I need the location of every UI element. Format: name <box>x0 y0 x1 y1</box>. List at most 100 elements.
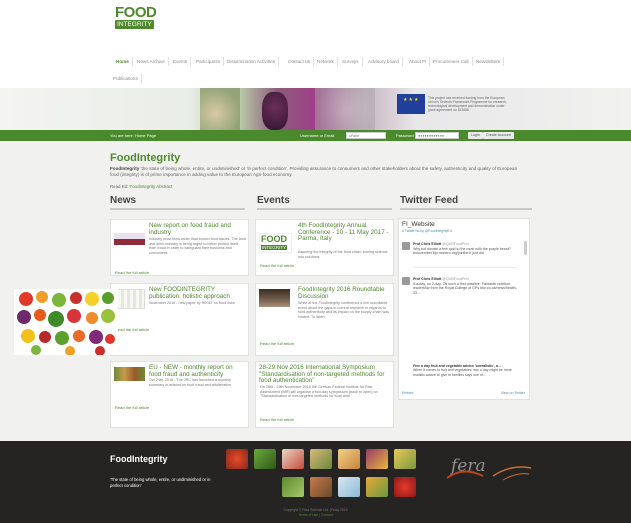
footer-image-tiles <box>222 449 422 499</box>
read-more-link[interactable]: Read the full article <box>115 327 149 332</box>
food-tile-image <box>366 449 388 469</box>
create-account-button[interactable]: Create Account <box>483 132 514 139</box>
avatar[interactable] <box>402 242 410 250</box>
footer-title: FoodIntegrity <box>110 454 168 464</box>
breadcrumb[interactable]: You are here: Home Page <box>110 133 156 138</box>
terms-link[interactable]: Terms of Use | Contact <box>0 513 631 518</box>
news-title[interactable]: New report on food fraud and industry <box>149 222 246 236</box>
tweet-card-text[interactable]: Five a day fruit and vegetable advice 'u… <box>413 364 517 377</box>
food-tile-image <box>338 449 360 469</box>
nav-item-procurement[interactable]: Procurement Call <box>430 57 473 66</box>
events-heading: Events <box>257 195 392 210</box>
food-tile-image <box>282 449 304 469</box>
tweet-text: Why not donate a few quid to the most wi… <box>413 247 511 256</box>
news-heading: News <box>110 195 245 210</box>
tweet-author-name: Prof Chris Elliott <box>413 277 442 281</box>
food-tile-image <box>366 477 388 497</box>
tweet-text: 5-a-day, no 2-day. Ok such a first possi… <box>413 282 517 295</box>
main-nav: Home News Archive Events Participants Di… <box>113 50 523 90</box>
read-more-link[interactable]: Read the full article <box>260 417 294 422</box>
news-thumbnail[interactable] <box>114 289 145 309</box>
news-card: EU - NEW - monthly report on food fraud … <box>110 361 249 428</box>
read-more-link[interactable]: Read the full article <box>260 263 294 268</box>
event-logo-food: FOOD <box>261 234 287 244</box>
tweet-author[interactable]: Prof Chris Elliott @QUBFoodProf <box>413 242 469 246</box>
nav-item-news-archive[interactable]: News Archive <box>134 57 169 66</box>
twitter-list-subtitle[interactable]: A Twitter list by @FoodIntegrityEU <box>402 229 452 233</box>
fera-logo[interactable]: fera <box>443 456 533 484</box>
intro-text-body: 'the state of being whole, entire, or un… <box>110 166 518 177</box>
news-card: New FOODINTEGRITY publication: holistic … <box>110 283 249 356</box>
login-bar: You are here: Home Page Username or Emai… <box>0 130 631 141</box>
nav-item-events[interactable]: Events <box>170 57 192 66</box>
food-tile-image <box>226 449 248 469</box>
event-thumbnail[interactable] <box>259 289 290 307</box>
read-more-link[interactable]: Read the full article <box>115 270 149 275</box>
read-more-link[interactable]: Read the full article <box>260 341 294 346</box>
tweet[interactable]: Prof Chris Elliott @QUBFoodProf 5-a-day,… <box>402 277 526 297</box>
news-body: November 2016 - new paper by RIKILT on f… <box>149 301 235 305</box>
copyright: Copyright © Fera Science Ltd. (Fera) 201… <box>0 508 631 518</box>
tweet-handle: @QUBFoodProf <box>442 277 469 281</box>
event-title[interactable]: 4th FoodIntegrity Annual Conference - 10… <box>298 222 391 243</box>
event-title[interactable]: FoodIntegrity 2016 Roundtable Discussion <box>298 286 391 300</box>
event-body: On 28th - 29th November 2016 the German … <box>260 385 378 399</box>
nav-item-contact[interactable]: Contact us <box>285 57 314 66</box>
fruit-veg-image <box>14 289 118 355</box>
tweet-author[interactable]: Prof Chris Elliott @QUBFoodProf <box>413 277 469 281</box>
news-title[interactable]: New FOODINTEGRITY publication: holistic … <box>149 286 246 300</box>
nav-item-home[interactable]: Home <box>113 57 133 66</box>
news-thumbnail[interactable] <box>114 225 145 245</box>
abstract-prefix: Read Ed: <box>110 184 130 189</box>
food-tile-image <box>310 449 332 469</box>
news-body: Industry must think wider than known foo… <box>149 237 246 255</box>
nav-item-publications[interactable]: Publications <box>110 74 142 83</box>
intro-text-bold: FoodIntegrity <box>110 166 140 171</box>
tweet-author-name: Prof Chris Elliott <box>413 242 442 246</box>
tweet-photo[interactable] <box>14 289 118 355</box>
password-field[interactable]: ●●●●●●●●●●●● <box>415 132 459 139</box>
nav-item-advisory-board[interactable]: Advisory board <box>365 57 403 66</box>
tweet[interactable]: Prof Chris Elliott @QUBFoodProf Why not … <box>402 242 526 266</box>
nav-item-surveys[interactable]: Surveys <box>339 57 363 66</box>
read-more-link[interactable]: Read the full article <box>115 405 149 410</box>
event-body: Assuring the integrity of the food chain… <box>298 250 388 259</box>
tweet-handle: @QUBFoodProf <box>442 242 469 246</box>
event-title[interactable]: 28-29 Nov 2016 International Symposium "… <box>259 364 392 385</box>
event-card: FOOD INTEGRITY 4th FoodIntegrity Annual … <box>255 219 394 276</box>
login-button[interactable]: Login <box>468 132 483 139</box>
event-thumbnail[interactable]: FOOD INTEGRITY <box>259 233 292 253</box>
scrollbar[interactable] <box>524 241 527 255</box>
twitter-list-title[interactable]: FI_Website <box>402 221 435 228</box>
view-on-twitter-link[interactable]: View on Twitter <box>501 391 525 395</box>
site-header: FOOD INTEGRITY Home News Archive Events … <box>0 0 631 88</box>
eu-flag-icon: ★★★ <box>397 94 425 114</box>
food-tile-image <box>394 449 416 469</box>
twitter-heading: Twitter Feed <box>400 195 532 210</box>
eu-funding-notice: This project has received funding from t… <box>428 96 507 112</box>
aubergine-image <box>262 92 288 130</box>
news-thumbnail[interactable] <box>114 367 145 381</box>
hero-banner <box>0 88 631 130</box>
news-title[interactable]: EU - NEW - monthly report on food fraud … <box>149 364 246 378</box>
food-tile-image <box>254 449 276 469</box>
abstract-line: Read Ed: FoodIntegrity Abstract <box>110 184 172 189</box>
username-field[interactable]: uFatin <box>346 132 386 139</box>
logo-integrity-text: INTEGRITY <box>115 20 154 29</box>
footer-quote: 'The state of being whole, entire, or un… <box>110 477 211 488</box>
twitter-feed: FI_Website A Twitter list by @FoodIntegr… <box>398 218 530 400</box>
nav-item-network[interactable]: Network <box>314 57 338 66</box>
food-tile-image <box>394 477 416 497</box>
nav-item-about[interactable]: About FI <box>406 57 431 66</box>
nav-item-newsletters[interactable]: Newsletters <box>473 57 504 66</box>
avatar[interactable] <box>402 277 410 285</box>
food-tile-image <box>338 477 360 497</box>
nav-item-participants[interactable]: Participants <box>193 57 225 66</box>
event-card: 28-29 Nov 2016 International Symposium "… <box>255 361 394 428</box>
abstract-link[interactable]: FoodIntegrity Abstract <box>130 184 173 189</box>
site-logo[interactable]: FOOD INTEGRITY <box>115 4 157 36</box>
nav-item-dissemination[interactable]: Dissemination Activities <box>224 57 279 66</box>
password-label: Password <box>396 133 414 138</box>
divider <box>413 267 518 268</box>
embed-link[interactable]: Embed <box>402 391 413 395</box>
